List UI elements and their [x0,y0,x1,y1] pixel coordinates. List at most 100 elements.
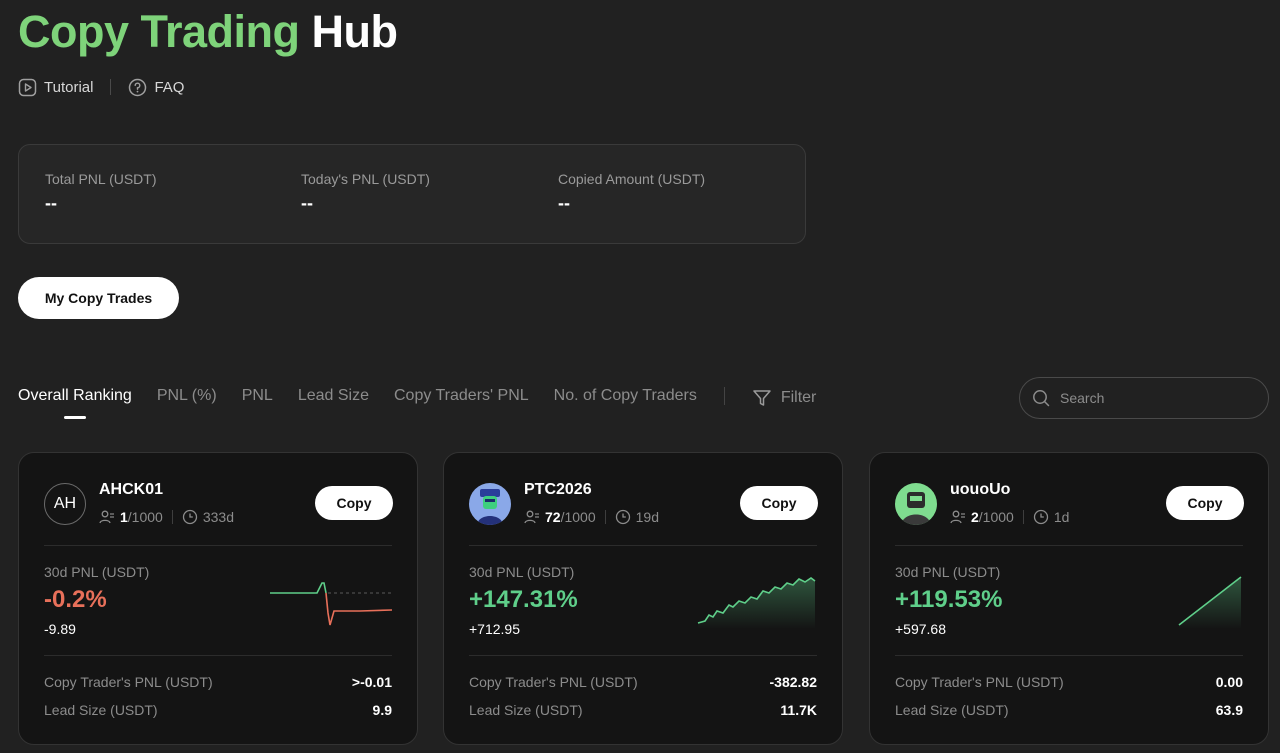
lead-size-row: Lead Size (USDT) 11.7K [469,702,817,718]
robot-avatar-icon [469,483,511,525]
search-icon [1033,390,1050,407]
trader-meta: 1 /1000 333d [99,509,234,525]
trader-name[interactable]: uouoUo [950,481,1010,499]
copy-traders-pnl-row: Copy Trader's PNL (USDT) >-0.01 [44,674,392,690]
trader-card[interactable]: PTC2026 72 /1000 19d Copy 30d PNL (USDT)… [443,452,843,745]
total-pnl-value: -- [45,193,57,213]
lead-size-value: 11.7K [780,702,817,718]
avatar [469,483,511,525]
page-title-accent: Copy Trading [18,6,300,57]
clock-icon [182,509,197,525]
tutorial-label: Tutorial [44,78,94,96]
pnl-label: 30d PNL (USDT) [895,564,1001,580]
copy-traders-pnl-row: Copy Trader's PNL (USDT) -382.82 [469,674,817,690]
pnl-sparkline [1178,576,1242,629]
page-title-rest: Hub [311,6,398,57]
copiers-max: /1000 [978,509,1014,525]
lead-size-label: Lead Size (USDT) [469,702,583,718]
trader-meta: 2 /1000 1d [950,509,1069,525]
play-video-icon [18,78,37,96]
users-icon [99,510,114,524]
lead-size-label: Lead Size (USDT) [895,702,1009,718]
copy-traders-pnl-row: Copy Trader's PNL (USDT) 0.00 [895,674,1243,690]
pnl-sparkline [270,582,392,626]
tab-lead-size[interactable]: Lead Size [298,387,369,405]
card-divider [469,655,817,656]
pnl-amount: +597.68 [895,621,946,637]
card-divider [44,545,392,546]
trader-name[interactable]: PTC2026 [524,481,592,499]
search-box[interactable] [1019,377,1269,419]
copiers-max: /1000 [127,509,163,525]
todays-pnl-value: -- [301,193,313,213]
pnl-percent: +147.31% [469,586,578,613]
link-divider [110,79,112,95]
lead-size-value: 63.9 [1215,702,1243,718]
clock-icon [1033,509,1048,525]
copied-amount-stat: Copied Amount (USDT) -- [558,171,705,214]
tabs-divider [723,387,725,405]
copy-traders-pnl-label: Copy Trader's PNL (USDT) [469,674,638,690]
pnl-amount: +712.95 [469,621,520,637]
tab-pnl[interactable]: PNL [242,387,273,405]
copiers-count: 2 [971,509,979,525]
meta-divider [171,510,173,524]
card-divider [895,655,1243,656]
faq-link[interactable]: FAQ [128,78,184,97]
pnl-summary-panel: Total PNL (USDT) -- Today's PNL (USDT) -… [18,144,806,244]
copy-traders-pnl-label: Copy Trader's PNL (USDT) [895,674,1064,690]
copy-button[interactable]: Copy [1166,486,1244,520]
copy-button[interactable]: Copy [315,486,393,520]
card-divider [469,545,817,546]
page-title: Copy Trading Hub [18,6,398,58]
faq-label: FAQ [154,78,185,96]
avatar [895,483,937,525]
card-divider [895,545,1243,546]
trading-days: 1d [1053,509,1070,525]
tab-overall-ranking[interactable]: Overall Ranking [18,387,132,405]
tutorial-link[interactable]: Tutorial [18,78,93,97]
pnl-percent: +119.53% [895,586,1003,613]
trader-meta: 72 /1000 19d [524,509,659,525]
avatar: AH [44,483,86,525]
question-circle-icon [129,78,147,96]
filter-funnel-icon [753,390,771,406]
lead-size-row: Lead Size (USDT) 9.9 [44,702,392,718]
clock-icon [615,509,630,525]
search-input[interactable] [1060,390,1250,406]
tab-pnl-percent[interactable]: PNL (%) [157,387,217,405]
copy-traders-pnl-value: -382.82 [769,674,817,690]
copied-amount-value: -- [558,193,570,213]
filter-button[interactable]: Filter [752,388,817,408]
help-links: Tutorial FAQ [18,76,184,98]
users-icon [950,510,965,524]
pnl-percent: -0.2% [44,586,107,613]
trader-name[interactable]: AHCK01 [99,481,163,499]
lead-size-label: Lead Size (USDT) [44,702,158,718]
meta-divider [1022,510,1024,524]
pnl-amount: -9.89 [44,621,76,637]
total-pnl-stat: Total PNL (USDT) -- [45,171,157,214]
pnl-label: 30d PNL (USDT) [469,564,575,580]
tab-no-of-copy-traders[interactable]: No. of Copy Traders [554,387,697,405]
users-icon [524,510,539,524]
card-divider [44,655,392,656]
trading-days: 333d [202,509,234,525]
trading-days: 19d [635,509,659,525]
tab-copy-traders-pnl[interactable]: Copy Traders' PNL [394,387,529,405]
lead-size-row: Lead Size (USDT) 63.9 [895,702,1243,718]
copiers-count: 72 [545,509,561,525]
trader-card[interactable]: AH AHCK01 1 /1000 333d Copy 30d PNL (USD… [18,452,418,745]
my-copy-trades-button[interactable]: My Copy Trades [18,277,179,319]
trader-card[interactable]: uouoUo 2 /1000 1d Copy 30d PNL (USDT) +1… [869,452,1269,745]
robot-avatar-icon [895,483,937,525]
pnl-label: 30d PNL (USDT) [44,564,150,580]
ranking-tabs: Overall Ranking PNL (%) PNL Lead Size Co… [18,385,816,407]
copy-button[interactable]: Copy [740,486,818,520]
copy-traders-pnl-value: >-0.01 [351,674,392,690]
total-pnl-label: Total PNL (USDT) [45,171,157,187]
filter-label: Filter [780,389,817,406]
copy-traders-pnl-value: 0.00 [1215,674,1243,690]
todays-pnl-label: Today's PNL (USDT) [301,171,430,187]
meta-divider [604,510,606,524]
